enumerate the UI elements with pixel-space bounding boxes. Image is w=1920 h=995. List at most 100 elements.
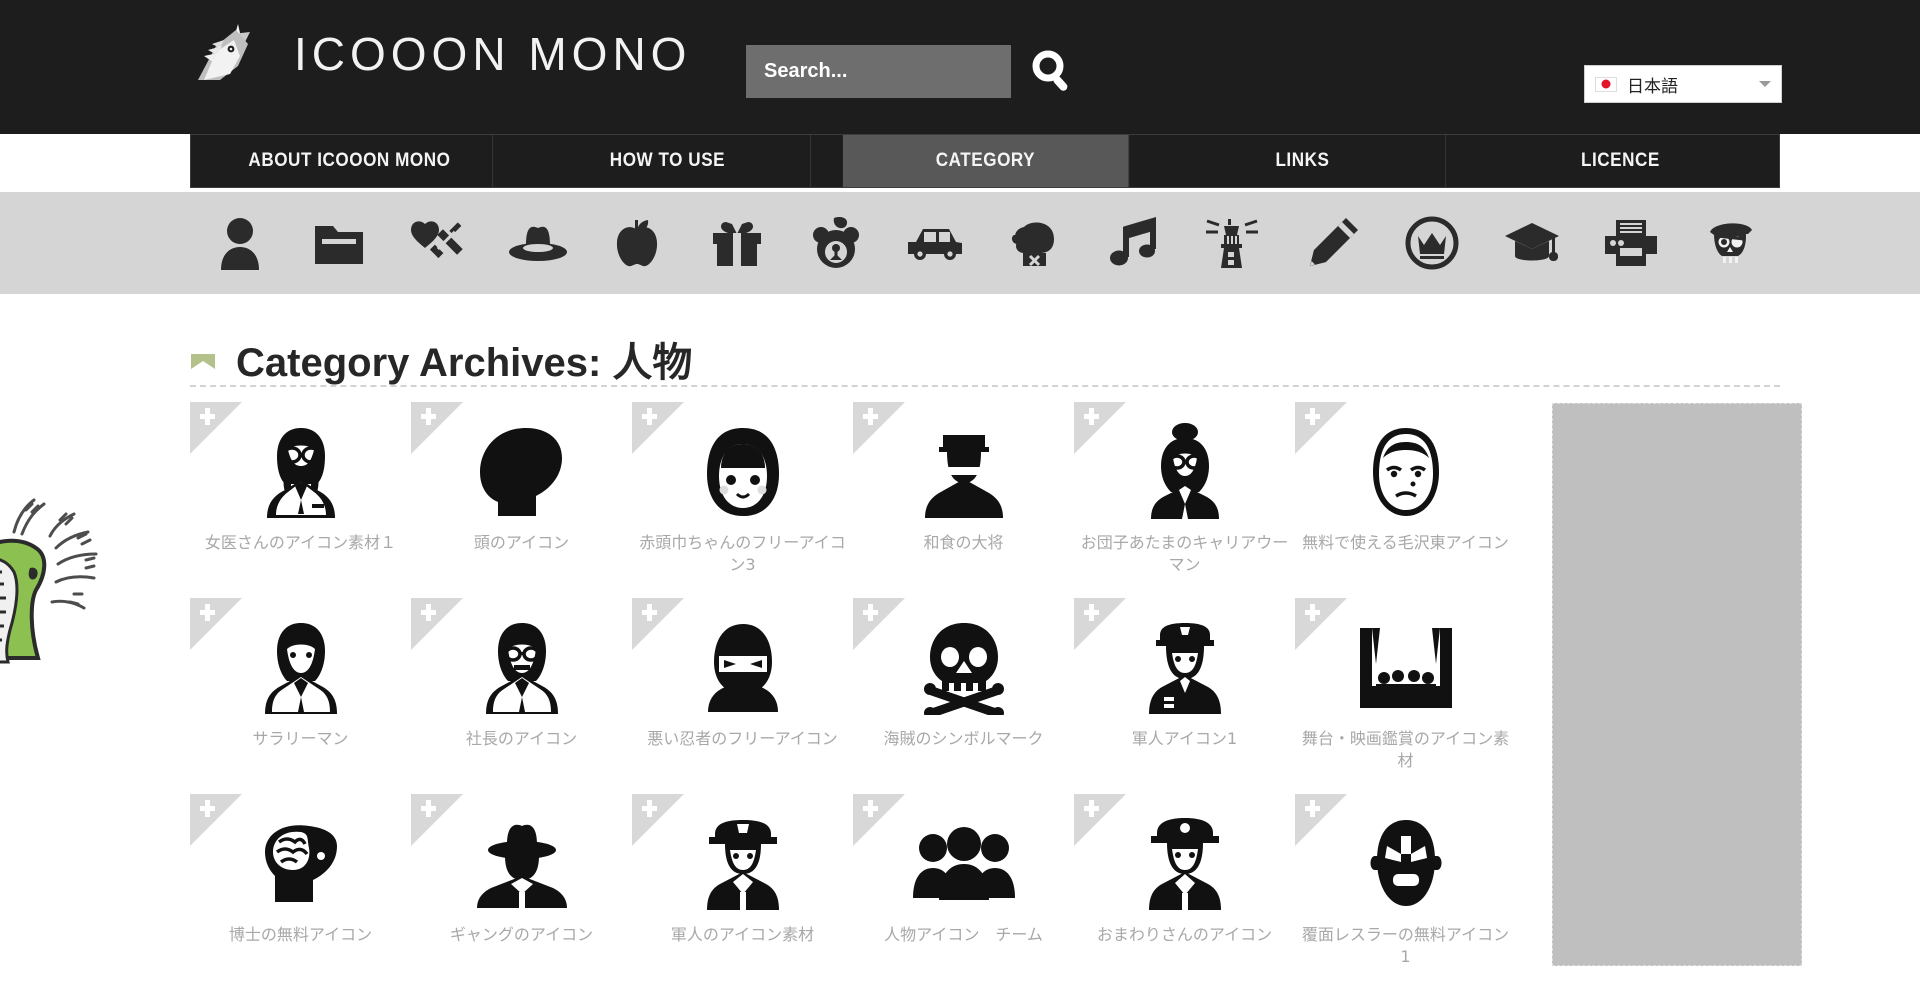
icon-thumbnail [1295,612,1516,724]
car-icon [908,229,963,260]
printer-icon [1604,220,1657,266]
site-header: ICOOON MONO 日本語 [0,0,1920,134]
theater-audience-icon [1359,628,1452,708]
ninja-icon [707,624,778,712]
page-title-row: Category Archives: 人物 [190,330,1780,388]
icon-card[interactable]: 無料で使える毛沢東アイコン [1295,402,1516,598]
icon-label: 無料で使える毛沢東アイコン [1302,533,1509,552]
icon-card[interactable]: 博士の無料アイコン [190,794,411,990]
icon-card[interactable]: ギャングのアイコン [411,794,632,990]
head-profile-icon [479,428,562,516]
professor-brain-icon [264,825,337,902]
icon-card[interactable]: 舞台・映画鑑賞のアイコン素材 [1295,598,1516,794]
category-link-folder[interactable] [289,220,388,266]
policeman-icon [1148,818,1221,910]
icon-card[interactable]: おまわりさんのアイコン [1074,794,1295,990]
pirate-jolly-roger-icon [923,623,1004,715]
main-navigation: ABOUT ICOOON MONO HOW TO USE CATEGORY LI… [190,134,1780,188]
category-link-hat[interactable] [488,221,587,265]
icon-card[interactable]: 軍人のアイコン素材 [632,794,853,990]
category-link-building[interactable] [1184,215,1283,271]
masked-wrestler-icon [1370,820,1441,906]
icon-card[interactable]: サラリーマン [190,598,411,794]
page-title: Category Archives: 人物 [236,341,693,385]
search-input[interactable] [746,45,1011,98]
icon-thumbnail [411,612,632,724]
icon-label: 女医さんのアイコン素材１ [204,533,397,552]
icon-thumbnail [1074,612,1295,724]
category-link-sports[interactable] [985,217,1084,269]
icon-thumbnail [411,808,632,920]
icon-thumbnail [853,808,1074,920]
category-link-stationery[interactable] [1283,216,1382,270]
magnifier-icon [1032,50,1068,91]
category-link-vehicle[interactable] [886,224,985,262]
category-link-apple[interactable] [588,216,687,270]
site-logo[interactable]: ICOOON MONO [190,22,691,86]
icon-card[interactable]: 女医さんのアイコン素材１ [190,402,411,598]
icon-label: サラリーマン [252,729,349,748]
soldier-icon [1148,623,1221,714]
unicorn-head-icon [198,24,250,80]
icon-thumbnail [632,416,853,528]
icon-label: 頭のアイコン [473,533,570,552]
icon-thumbnail [1074,808,1295,920]
boxing-glove-icon [1011,222,1054,267]
title-divider [190,385,1780,387]
icon-thumbnail [1295,416,1516,528]
icon-thumbnail [190,612,411,724]
icon-card[interactable]: 覆面レスラーの無料アイコン1 [1295,794,1516,990]
pirate-skull-icon [1710,223,1753,263]
female-doctor-icon [266,428,335,518]
icon-card[interactable]: 頭のアイコン [411,402,632,598]
category-link-music[interactable] [1084,217,1183,269]
envelope-glyph-icon [191,354,215,369]
icon-label: 赤頭巾ちゃんのフリーアイコン3 [639,533,846,574]
nav-item-category[interactable]: CATEGORY [842,135,1129,187]
icon-card[interactable]: 社長のアイコン [411,598,632,794]
category-link-pirate[interactable] [1681,216,1780,270]
icon-label: 博士の無料アイコン [228,925,373,944]
category-link-office[interactable] [1581,218,1680,268]
icon-label: お団子あたまのキャリアウーマン [1080,533,1289,574]
icon-thumbnail [853,416,1074,528]
team-people-icon [912,827,1015,900]
search-button[interactable] [1028,48,1076,96]
medical-syringe-heart-icon [411,221,464,259]
nav-item-links[interactable]: LINKS [1160,135,1447,187]
teddy-bear-icon [812,216,859,268]
icon-card[interactable]: お団子あたまのキャリアウーマン [1074,402,1295,598]
category-icon-bar [0,192,1920,294]
graduation-cap-icon [1504,223,1559,261]
icon-label: おまわりさんのアイコン [1096,925,1273,944]
category-link-medical[interactable] [389,216,488,270]
language-label: 日本語 [1627,76,1678,97]
category-link-brand[interactable] [1383,216,1482,270]
person-icon [220,218,259,270]
icon-label: 社長のアイコン [465,729,578,748]
icon-card[interactable]: 海賊のシンボルマーク [853,598,1074,794]
icon-card[interactable]: 和食の大将 [853,402,1074,598]
gangster-icon [476,824,567,908]
nav-item-about[interactable]: ABOUT ICOOON MONO [207,135,493,187]
category-link-gift[interactable] [687,218,786,268]
lighthouse-icon [1206,219,1259,268]
language-selector[interactable]: 日本語 [1584,65,1782,103]
nav-item-licence[interactable]: LICENCE [1478,135,1763,187]
icon-card[interactable]: 軍人アイコン1 [1074,598,1295,794]
pencil-icon [1309,218,1358,266]
category-link-education[interactable] [1482,219,1581,267]
icon-card[interactable]: 人物アイコン チーム [853,794,1074,990]
category-link-person[interactable] [190,216,289,270]
icon-card[interactable]: 赤頭巾ちゃんのフリーアイコン3 [632,402,853,598]
red-riding-hood-icon [706,428,779,516]
icon-label: 人物アイコン チーム [884,925,1043,944]
nav-item-how-to-use[interactable]: HOW TO USE [525,135,811,187]
icon-card[interactable]: 悪い忍者のフリーアイコン [632,598,853,794]
sidebar-ad-placeholder[interactable] [1552,403,1802,966]
icon-label: 軍人アイコン1 [1131,729,1238,748]
bun-hair-career-woman-icon [1150,423,1219,519]
japan-flag-icon [1595,76,1617,92]
icon-label: 覆面レスラーの無料アイコン1 [1301,925,1510,966]
category-link-toy[interactable] [786,215,885,271]
